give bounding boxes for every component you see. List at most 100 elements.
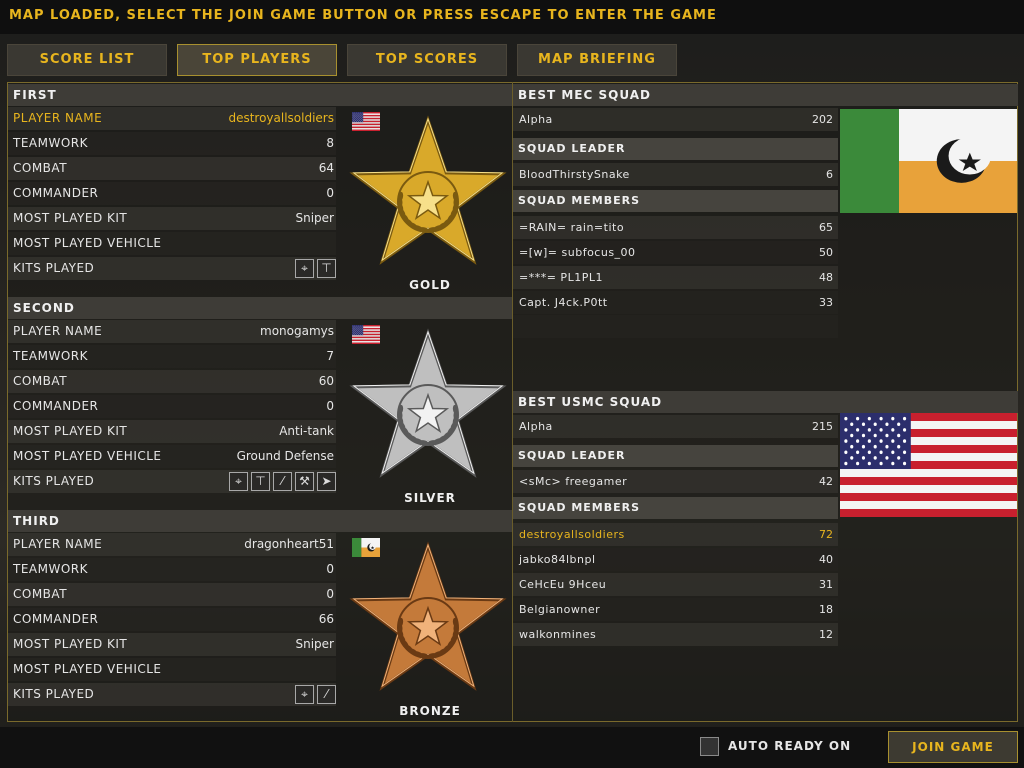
kits-played-icons: ⌖ ⊤ ⁄ ⚒ ➤ xyxy=(229,472,336,491)
support-kit-icon: ⊤ xyxy=(251,472,270,491)
squad-leader-row: BloodThirstySnake 6 xyxy=(513,163,838,186)
stat-label: MOST PLAYED KIT xyxy=(13,211,128,225)
player-score: 40 xyxy=(819,553,833,566)
support-kit-icon: ⊤ xyxy=(317,259,336,278)
tab-map-briefing[interactable]: MAP BRIEFING xyxy=(517,44,677,76)
stat-value: 66 xyxy=(318,612,334,626)
mec-squad-heading: BEST MEC SQUAD xyxy=(513,84,1018,106)
player-name: CeHcEu 9Hceu xyxy=(519,578,607,591)
stat-row: MOST PLAYED KIT Anti-tank xyxy=(8,420,336,443)
stat-row: COMBAT 0 xyxy=(8,583,336,606)
squad-leader-heading: SQUAD LEADER xyxy=(513,138,838,160)
engineer-kit-icon: ⚒ xyxy=(295,472,314,491)
stat-value: dragonheart51 xyxy=(244,537,334,551)
gold-medal-area: GOLD xyxy=(340,108,512,298)
stat-row: PLAYER NAME dragonheart51 xyxy=(8,533,336,556)
stat-row: TEAMWORK 8 xyxy=(8,132,336,155)
stat-label: PLAYER NAME xyxy=(13,537,103,551)
player-name: walkonmines xyxy=(519,628,597,641)
squad-leader-heading: SQUAD LEADER xyxy=(513,445,838,467)
player-name: Alpha xyxy=(519,113,553,126)
anti-tank-kit-icon: ➤ xyxy=(317,472,336,491)
player-name: Belgianowner xyxy=(519,603,601,616)
kits-played-icons: ⌖ ⁄ xyxy=(295,685,336,704)
player-score: 12 xyxy=(819,628,833,641)
squad-member-row: Capt. J4ck.P0tt 33 xyxy=(513,291,838,314)
stat-label: KITS PLAYED xyxy=(13,687,95,701)
squad-member-row: =***= PL1PL1 48 xyxy=(513,266,838,289)
usmc-flag-icon xyxy=(840,413,1017,518)
squad-member-row: Belgianowner 18 xyxy=(513,598,838,621)
stat-value: 0 xyxy=(326,399,334,413)
stat-label: MOST PLAYED VEHICLE xyxy=(13,236,162,250)
auto-ready-checkbox[interactable] xyxy=(700,737,719,756)
stat-label: COMBAT xyxy=(13,374,68,388)
stat-label: TEAMWORK xyxy=(13,349,88,363)
player-score: 6 xyxy=(826,168,833,181)
stat-label: TEAMWORK xyxy=(13,562,88,576)
stat-value: 8 xyxy=(326,136,334,150)
player-name: BloodThirstySnake xyxy=(519,168,630,181)
stat-label: MOST PLAYED VEHICLE xyxy=(13,662,162,676)
stat-row: KITS PLAYED ⌖ ⊤ xyxy=(8,257,336,280)
auto-ready-label: AUTO READY ON xyxy=(728,739,852,753)
usmc-squad-heading: BEST USMC SQUAD xyxy=(513,391,1018,413)
stat-label: MOST PLAYED KIT xyxy=(13,424,128,438)
sniper-kit-icon: ⌖ xyxy=(295,259,314,278)
stat-row: MOST PLAYED KIT Sniper xyxy=(8,207,336,230)
stat-row: MOST PLAYED VEHICLE Ground Defense xyxy=(8,445,336,468)
bronze-medal-area: BRONZE xyxy=(340,534,512,724)
stat-label: TEAMWORK xyxy=(13,136,88,150)
stat-label: MOST PLAYED KIT xyxy=(13,637,128,651)
squad-members-heading: SQUAD MEMBERS xyxy=(513,497,838,519)
player-name: <sMc> freegamer xyxy=(519,475,628,488)
stat-value: 0 xyxy=(326,587,334,601)
stat-label: COMMANDER xyxy=(13,399,99,413)
player-name: =[w]= subfocus_00 xyxy=(519,246,636,259)
stat-label: PLAYER NAME xyxy=(13,111,103,125)
stat-value: 0 xyxy=(326,186,334,200)
player-name: Capt. J4ck.P0tt xyxy=(519,296,608,309)
stat-label: COMBAT xyxy=(13,587,68,601)
squad-member-row: walkonmines 12 xyxy=(513,623,838,646)
player-name: =***= PL1PL1 xyxy=(519,271,603,284)
stat-row: COMBAT 64 xyxy=(8,157,336,180)
stat-value: destroyallsoldiers xyxy=(228,111,334,125)
player-score: 215 xyxy=(812,420,833,433)
assault-kit-icon: ⁄ xyxy=(317,685,336,704)
tab-top-players[interactable]: TOP PLAYERS xyxy=(177,44,337,76)
stat-value: 64 xyxy=(318,161,334,175)
squad-member-row: jabko84lbnpl 40 xyxy=(513,548,838,571)
player-score: 48 xyxy=(819,271,833,284)
stat-value: monogamys xyxy=(260,324,334,338)
place-heading-third: THIRD xyxy=(8,510,512,532)
stat-value: 60 xyxy=(318,374,334,388)
player-name: destroyallsoldiers xyxy=(519,528,625,541)
stat-label: KITS PLAYED xyxy=(13,474,95,488)
join-game-button[interactable]: JOIN GAME xyxy=(888,731,1018,763)
tab-score-list[interactable]: SCORE LIST xyxy=(7,44,167,76)
player-score: 42 xyxy=(819,475,833,488)
medal-label: GOLD xyxy=(409,278,451,292)
stat-value: Anti-tank xyxy=(279,424,334,438)
player-name: jabko84lbnpl xyxy=(519,553,596,566)
stat-value: 7 xyxy=(326,349,334,363)
medal-label: SILVER xyxy=(404,491,456,505)
player-score: 72 xyxy=(819,528,833,541)
stat-label: COMBAT xyxy=(13,161,68,175)
player-score: 18 xyxy=(819,603,833,616)
squad-member-row: =RAIN= rain=tito 65 xyxy=(513,216,838,239)
tab-top-scores[interactable]: TOP SCORES xyxy=(347,44,507,76)
place-heading-first: FIRST xyxy=(8,84,512,106)
player-score: 65 xyxy=(819,221,833,234)
stat-row: MOST PLAYED VEHICLE xyxy=(8,232,336,255)
stat-value: Sniper xyxy=(295,211,335,225)
stat-row: PLAYER NAME destroyallsoldiers xyxy=(8,107,336,130)
mec-flag-icon xyxy=(840,109,1017,213)
silver-medal-area: SILVER xyxy=(340,321,512,511)
sniper-kit-icon: ⌖ xyxy=(229,472,248,491)
footer-bar xyxy=(0,727,1024,768)
empty-member-row xyxy=(513,315,838,338)
squad-leader-row: <sMc> freegamer 42 xyxy=(513,470,838,493)
silver-medal-icon xyxy=(348,325,508,489)
